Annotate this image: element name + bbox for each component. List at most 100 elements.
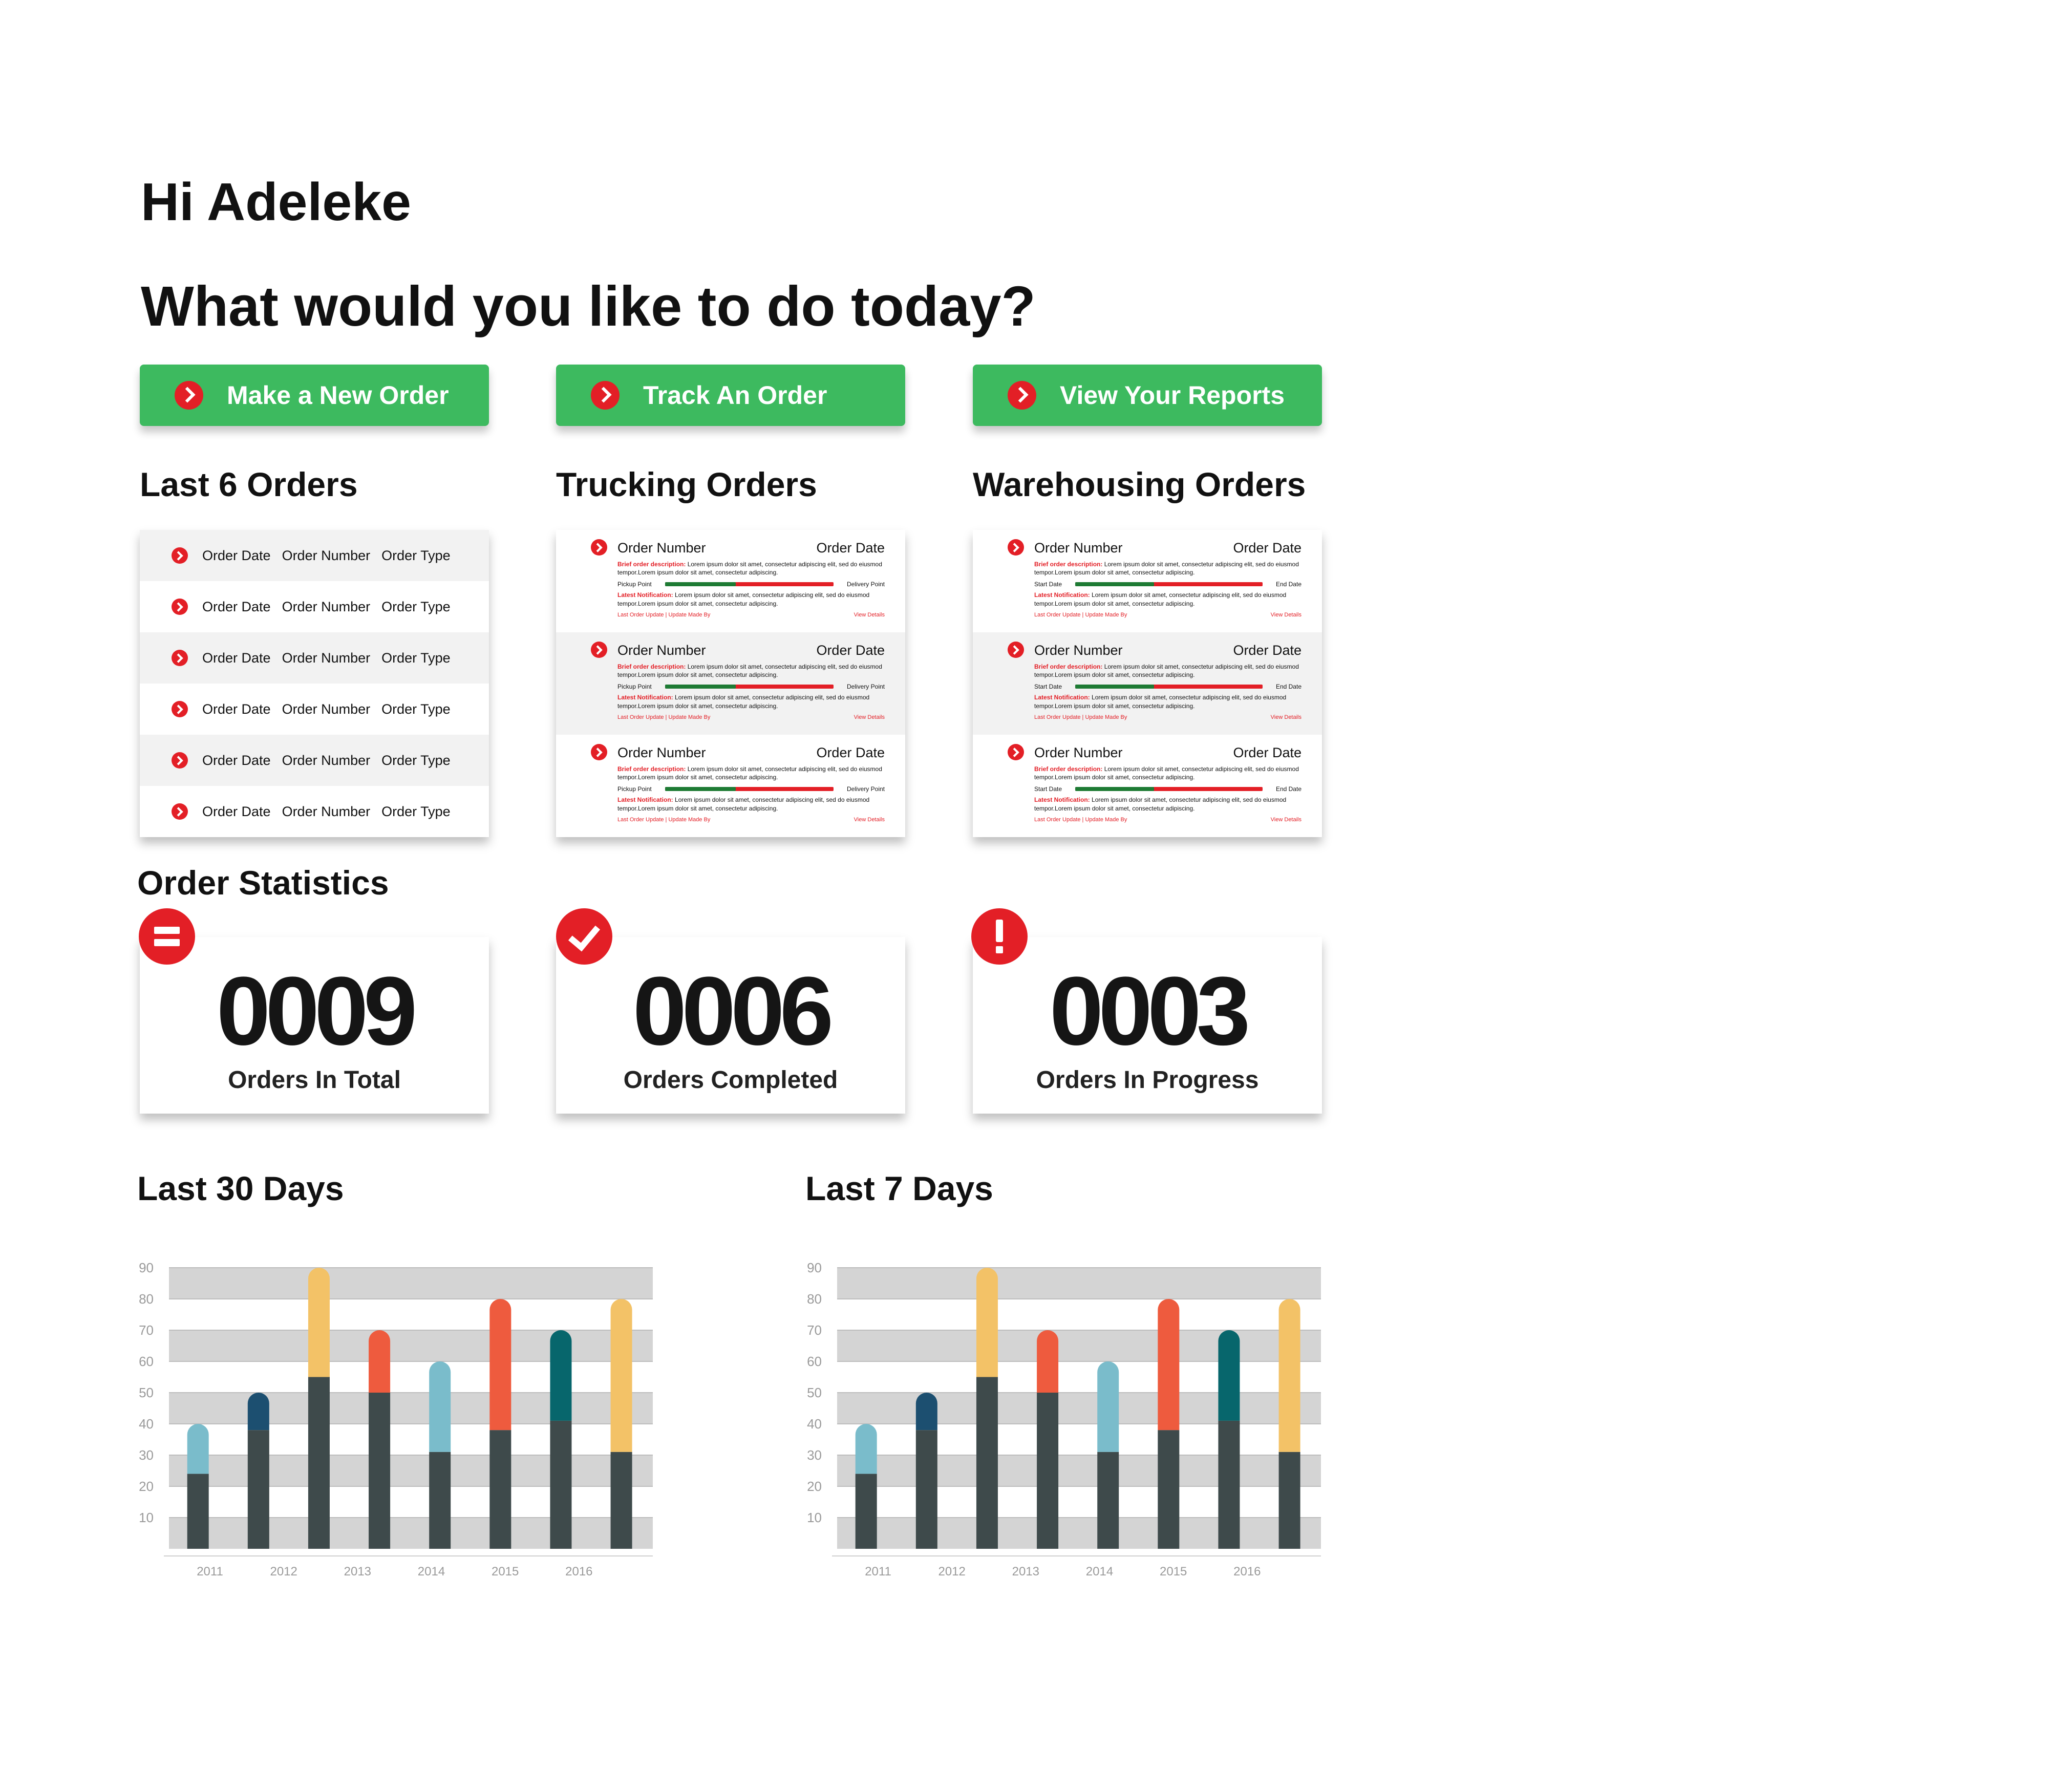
order-row[interactable]: Order Date Order Number Order Type: [140, 581, 489, 632]
make-new-order-button[interactable]: Make a New Order: [140, 365, 489, 426]
progress-bar: [665, 582, 834, 587]
trucking-order-card[interactable]: Order Number Order Date Brief order descr…: [556, 632, 905, 735]
bar-base-segment: [1218, 1420, 1240, 1549]
y-tick-label: 50: [807, 1385, 822, 1400]
last-update: Last Order Update | Update Made By: [1034, 611, 1127, 618]
chevron-right-icon: [175, 381, 203, 410]
order-date: Order Date: [202, 752, 271, 768]
warehousing-orders-title: Warehousing Orders: [973, 465, 1306, 503]
last-orders-title: Last 6 Orders: [140, 465, 358, 503]
trucking-order-card[interactable]: Order Number Order Date Brief order descr…: [556, 530, 905, 632]
view-details-link[interactable]: View Details: [1271, 612, 1302, 618]
track-order-button[interactable]: Track An Order: [556, 365, 905, 426]
progress-fill: [1075, 685, 1154, 689]
notification-label: Latest Notification:: [617, 694, 673, 701]
bar-top-segment: [855, 1424, 877, 1474]
order-statistics-title: Order Statistics: [137, 864, 389, 902]
bar-base-segment: [247, 1430, 269, 1549]
greeting: Hi Adeleke: [141, 173, 411, 232]
end-date: End Date: [1275, 683, 1302, 691]
order-number: Order Number: [617, 540, 706, 556]
y-tick-label: 20: [139, 1479, 154, 1494]
last-update: Last Order Update | Update Made By: [617, 714, 711, 720]
last-update: Last Order Update | Update Made By: [617, 611, 711, 618]
bar-top-segment: [369, 1330, 391, 1393]
order-row[interactable]: Order Date Order Number Order Type: [140, 530, 489, 581]
last-update: Last Order Update | Update Made By: [1034, 714, 1127, 720]
view-details-link[interactable]: View Details: [854, 612, 885, 618]
bar-top-segment: [550, 1330, 572, 1421]
x-tick-label: 2011: [197, 1565, 223, 1578]
last-7-days-title: Last 7 Days: [805, 1169, 993, 1207]
bar-base-segment: [976, 1377, 998, 1549]
bar-base-segment: [855, 1474, 877, 1549]
page-question: What would you like to do today?: [141, 275, 1036, 338]
bar-base-segment: [1037, 1393, 1059, 1549]
order-date: Order Date: [202, 701, 271, 717]
grid-band: [169, 1518, 653, 1549]
order-number: Order Number: [1034, 745, 1123, 760]
y-tick-label: 60: [807, 1354, 822, 1369]
x-tick-label: 2013: [344, 1565, 371, 1578]
start-date: Start Date: [1034, 581, 1062, 588]
x-tick-label: 2015: [1160, 1565, 1187, 1578]
chevron-right-icon: [172, 701, 188, 717]
order-row[interactable]: Order Date Order Number Order Type: [140, 735, 489, 786]
bar-top-segment: [915, 1393, 937, 1431]
stat-value: 0003: [1049, 957, 1251, 1065]
warehousing-order-card[interactable]: Order Number Order Date Brief order descr…: [973, 530, 1322, 632]
bar-base-segment: [1278, 1452, 1300, 1549]
delivery-point: Delivery Point: [846, 683, 885, 691]
start-date: Start Date: [1034, 785, 1062, 793]
bar-top-segment: [429, 1361, 451, 1452]
view-reports-button[interactable]: View Your Reports: [973, 365, 1322, 426]
grid-band: [837, 1330, 1321, 1361]
description-label: Brief order description:: [1034, 663, 1103, 670]
chevron-right-icon: [172, 547, 188, 564]
x-tick-label: 2012: [938, 1565, 965, 1578]
grid-band: [837, 1268, 1321, 1299]
warehousing-order-card[interactable]: Order Number Order Date Brief order descr…: [973, 735, 1322, 837]
order-number: Order Number: [1034, 643, 1123, 658]
chevron-right-icon: [1008, 642, 1024, 658]
progress-fill: [665, 582, 736, 587]
view-details-link[interactable]: View Details: [854, 817, 885, 823]
y-tick-label: 70: [139, 1322, 154, 1338]
warehousing-order-card[interactable]: Order Number Order Date Brief order descr…: [973, 632, 1322, 735]
progress-fill: [1075, 787, 1154, 792]
order-date: Order Date: [1233, 745, 1302, 760]
pickup-point: Pickup Point: [617, 581, 652, 588]
view-details-link[interactable]: View Details: [854, 714, 885, 720]
x-tick-label: 2014: [418, 1565, 445, 1578]
x-tick-label: 2016: [1233, 1565, 1261, 1578]
description-label: Brief order description:: [617, 765, 686, 773]
progress-bar: [1075, 582, 1263, 587]
bar-top-segment: [308, 1268, 330, 1377]
view-details-link[interactable]: View Details: [1271, 714, 1302, 720]
order-row[interactable]: Order Date Order Number Order Type: [140, 632, 489, 684]
end-date: End Date: [1275, 785, 1302, 793]
trucking-order-card[interactable]: Order Number Order Date Brief order descr…: [556, 735, 905, 837]
chevron-right-icon: [1008, 539, 1024, 556]
order-type: Order Type: [381, 803, 451, 819]
order-date: Order Date: [202, 599, 271, 614]
grid-band: [837, 1455, 1321, 1486]
delivery-point: Delivery Point: [846, 581, 885, 588]
progress-fill: [665, 685, 736, 689]
stat-value: 0006: [632, 957, 834, 1065]
order-row[interactable]: Order Date Order Number Order Type: [140, 684, 489, 735]
order-number: Order Number: [617, 643, 706, 658]
stat-value: 0009: [216, 957, 418, 1065]
order-number: Order Number: [1034, 540, 1123, 556]
order-row[interactable]: Order Date Order Number Order Type: [140, 786, 489, 837]
y-tick-label: 40: [139, 1416, 154, 1432]
view-details-link[interactable]: View Details: [1271, 817, 1302, 823]
chevron-right-icon: [591, 539, 607, 556]
notification-label: Latest Notification:: [1034, 591, 1090, 599]
bar-base-segment: [187, 1474, 209, 1549]
y-tick-label: 70: [807, 1322, 822, 1338]
pickup-point: Pickup Point: [617, 785, 652, 793]
order-number: Order Number: [617, 745, 706, 760]
y-tick-label: 80: [807, 1291, 822, 1307]
notification-label: Latest Notification:: [1034, 694, 1090, 701]
